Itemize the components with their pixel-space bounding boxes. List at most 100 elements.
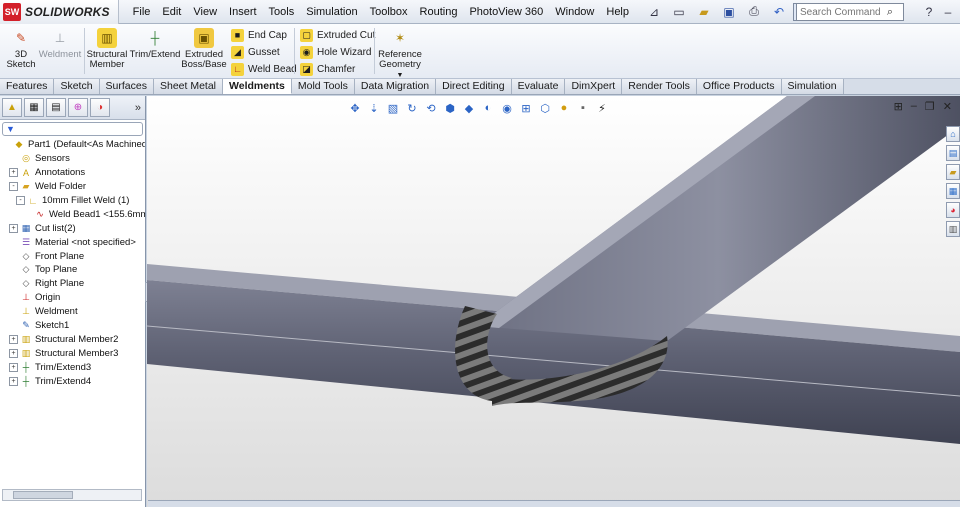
section-view-icon[interactable]: ↻ (404, 100, 420, 116)
zoom-to-area-icon[interactable]: ⇣ (366, 100, 382, 116)
design-library-icon[interactable]: ▤ (946, 145, 960, 161)
expand-icon[interactable]: + (9, 223, 18, 233)
tree-item[interactable]: ◇ Top Plane (0, 263, 145, 277)
tab-sheet-metal[interactable]: Sheet Metal (153, 79, 224, 94)
structural-member-button[interactable]: ▥ Structural Member (86, 28, 128, 70)
print-icon[interactable]: ⎙ (743, 3, 765, 21)
tree-item[interactable]: ✎ Sketch1 (0, 319, 145, 333)
tree-item[interactable]: + ▥ Structural Member3 (0, 346, 145, 360)
tree-item[interactable]: + ▥ Structural Member2 (0, 332, 145, 346)
close-viewport-icon[interactable]: ✕ (943, 100, 952, 113)
solidworks-resources-icon[interactable]: ⌂ (946, 126, 960, 142)
graphics-area[interactable]: ✥ ⇣ ▧ ↻ ⟲ ⬢ ◆ ◐ ◉ ⊞ ⬡ ● ▪ ⚡ ⊞ – ❐ ✕ ⌂ ▤ … (147, 96, 960, 507)
pin-icon[interactable]: ⊿ (643, 3, 665, 21)
feature-tree-tab-icon[interactable]: ▲ (2, 98, 22, 117)
menu-insert[interactable]: Insert (223, 0, 263, 24)
tree-item[interactable]: ∿ Weld Bead1 <155.6mm (0, 207, 145, 221)
help-icon[interactable]: ? (921, 3, 937, 21)
undo-icon[interactable]: ↶ (768, 3, 790, 21)
tab-dimxpert[interactable]: DimXpert (565, 79, 623, 94)
expand-icon[interactable]: + (9, 168, 18, 178)
shadows-icon[interactable]: ▪ (575, 100, 591, 116)
tab-weldments[interactable]: Weldments (223, 79, 292, 94)
tile-icon[interactable]: ⊞ (894, 100, 903, 113)
tab-features[interactable]: Features (0, 79, 55, 94)
tab-render-tools[interactable]: Render Tools (622, 79, 697, 94)
dimxpert-tab-icon[interactable]: ⊕ (68, 98, 88, 117)
appearances-icon[interactable]: ◕ (946, 202, 960, 218)
tab-office-products[interactable]: Office Products (696, 79, 782, 94)
restore-viewport-icon[interactable]: ❐ (925, 100, 935, 113)
reference-geometry-button[interactable]: ✶ Reference Geometry ▼ (378, 28, 422, 81)
tab-sketch[interactable]: Sketch (54, 79, 100, 94)
tree-filter[interactable]: ▼ (2, 122, 143, 136)
apply-scene-icon[interactable]: ⊞ (518, 100, 534, 116)
extruded-boss-button[interactable]: ▣ Extruded Boss/Base (181, 28, 227, 70)
expand-icon[interactable]: + (9, 362, 18, 372)
view-palette-icon[interactable]: ▦ (946, 183, 960, 199)
expand-icon[interactable]: + (9, 348, 18, 358)
hole-wizard-button[interactable]: ◉ Hole Wizard (300, 44, 371, 60)
ambient-occlusion-icon[interactable]: ⚡ (594, 100, 610, 116)
tree-item[interactable]: ◆ Part1 (Default<As Machined><< (0, 138, 145, 152)
menu-view[interactable]: View (187, 0, 223, 24)
tab-mold-tools[interactable]: Mold Tools (291, 79, 355, 94)
tree-item[interactable]: ⊥ Weldment (0, 305, 145, 319)
app-logo[interactable]: SW SOLIDWORKS (0, 0, 119, 24)
menu-file[interactable]: File (127, 0, 157, 24)
horizontal-scrollbar[interactable] (2, 489, 142, 501)
new-document-icon[interactable]: ▭ (668, 3, 690, 21)
collapse-icon[interactable]: - (16, 196, 25, 205)
previous-view-icon[interactable]: ▧ (385, 100, 401, 116)
tab-evaluate[interactable]: Evaluate (511, 79, 566, 94)
trim-extend-button[interactable]: ┼ Trim/Extend (130, 28, 181, 60)
weld-bead-button[interactable]: ∟ Weld Bead (231, 61, 297, 77)
tab-surfaces[interactable]: Surfaces (99, 79, 154, 94)
view-settings-icon[interactable]: ⬡ (537, 100, 553, 116)
minimize-icon[interactable]: – (940, 3, 956, 21)
extruded-cut-button[interactable]: ▢ Extruded Cut (300, 27, 375, 43)
menu-simulation[interactable]: Simulation (300, 0, 363, 24)
search-input[interactable] (797, 4, 881, 20)
expand-icon[interactable]: + (9, 376, 18, 386)
menu-help[interactable]: Help (600, 0, 635, 24)
property-manager-tab-icon[interactable]: ▦ (24, 98, 44, 117)
display-manager-tab-icon[interactable]: ◑ (90, 98, 110, 117)
menu-photoview[interactable]: PhotoView 360 (463, 0, 549, 24)
edit-appearance-icon[interactable]: ◉ (499, 100, 515, 116)
menu-window[interactable]: Window (549, 0, 600, 24)
save-icon[interactable]: ▣ (718, 3, 740, 21)
custom-properties-icon[interactable]: ▥ (946, 221, 960, 237)
chamfer-button[interactable]: ◪ Chamfer (300, 61, 355, 77)
file-explorer-icon[interactable]: ▰ (946, 164, 960, 180)
more-tabs-icon[interactable]: » (135, 102, 141, 114)
realview-icon[interactable]: ● (556, 100, 572, 116)
display-style-icon[interactable]: ◆ (461, 100, 477, 116)
search-icon[interactable]: ⌕ (881, 6, 899, 19)
menu-routing[interactable]: Routing (414, 0, 464, 24)
sketch3d-button[interactable]: ✎ 3D Sketch (6, 28, 36, 70)
open-folder-icon[interactable]: ▰ (693, 3, 715, 21)
minimize-viewport-icon[interactable]: – (911, 100, 917, 113)
hide-show-items-icon[interactable]: ◐ (480, 100, 496, 116)
tree-item[interactable]: ⊥ Origin (0, 291, 145, 305)
tree-item[interactable]: + ┼ Trim/Extend4 (0, 374, 145, 388)
gusset-button[interactable]: ◢ Gusset (231, 44, 280, 60)
zoom-to-fit-icon[interactable]: ✥ (347, 100, 363, 116)
tree-item[interactable]: - ▰ Weld Folder (0, 180, 145, 194)
scroll-thumb[interactable] (13, 491, 73, 499)
collapse-icon[interactable]: - (9, 182, 18, 192)
tree-item[interactable]: ◇ Front Plane (0, 249, 145, 263)
rotate-view-icon[interactable]: ⟲ (423, 100, 439, 116)
tab-direct-editing[interactable]: Direct Editing (436, 79, 512, 94)
tree-item[interactable]: ☰ Material <not specified> (0, 235, 145, 249)
tree-item[interactable]: + ┼ Trim/Extend3 (0, 360, 145, 374)
view-orientation-icon[interactable]: ⬢ (442, 100, 458, 116)
configuration-manager-tab-icon[interactable]: ▤ (46, 98, 66, 117)
tree-item[interactable]: ◎ Sensors (0, 152, 145, 166)
expand-icon[interactable]: + (9, 334, 18, 344)
tree-item[interactable]: + A Annotations (0, 166, 145, 180)
tree-item[interactable]: ◇ Right Plane (0, 277, 145, 291)
tree-item[interactable]: - ∟ 10mm Fillet Weld (1) (0, 194, 145, 208)
end-cap-button[interactable]: ■ End Cap (231, 27, 287, 43)
